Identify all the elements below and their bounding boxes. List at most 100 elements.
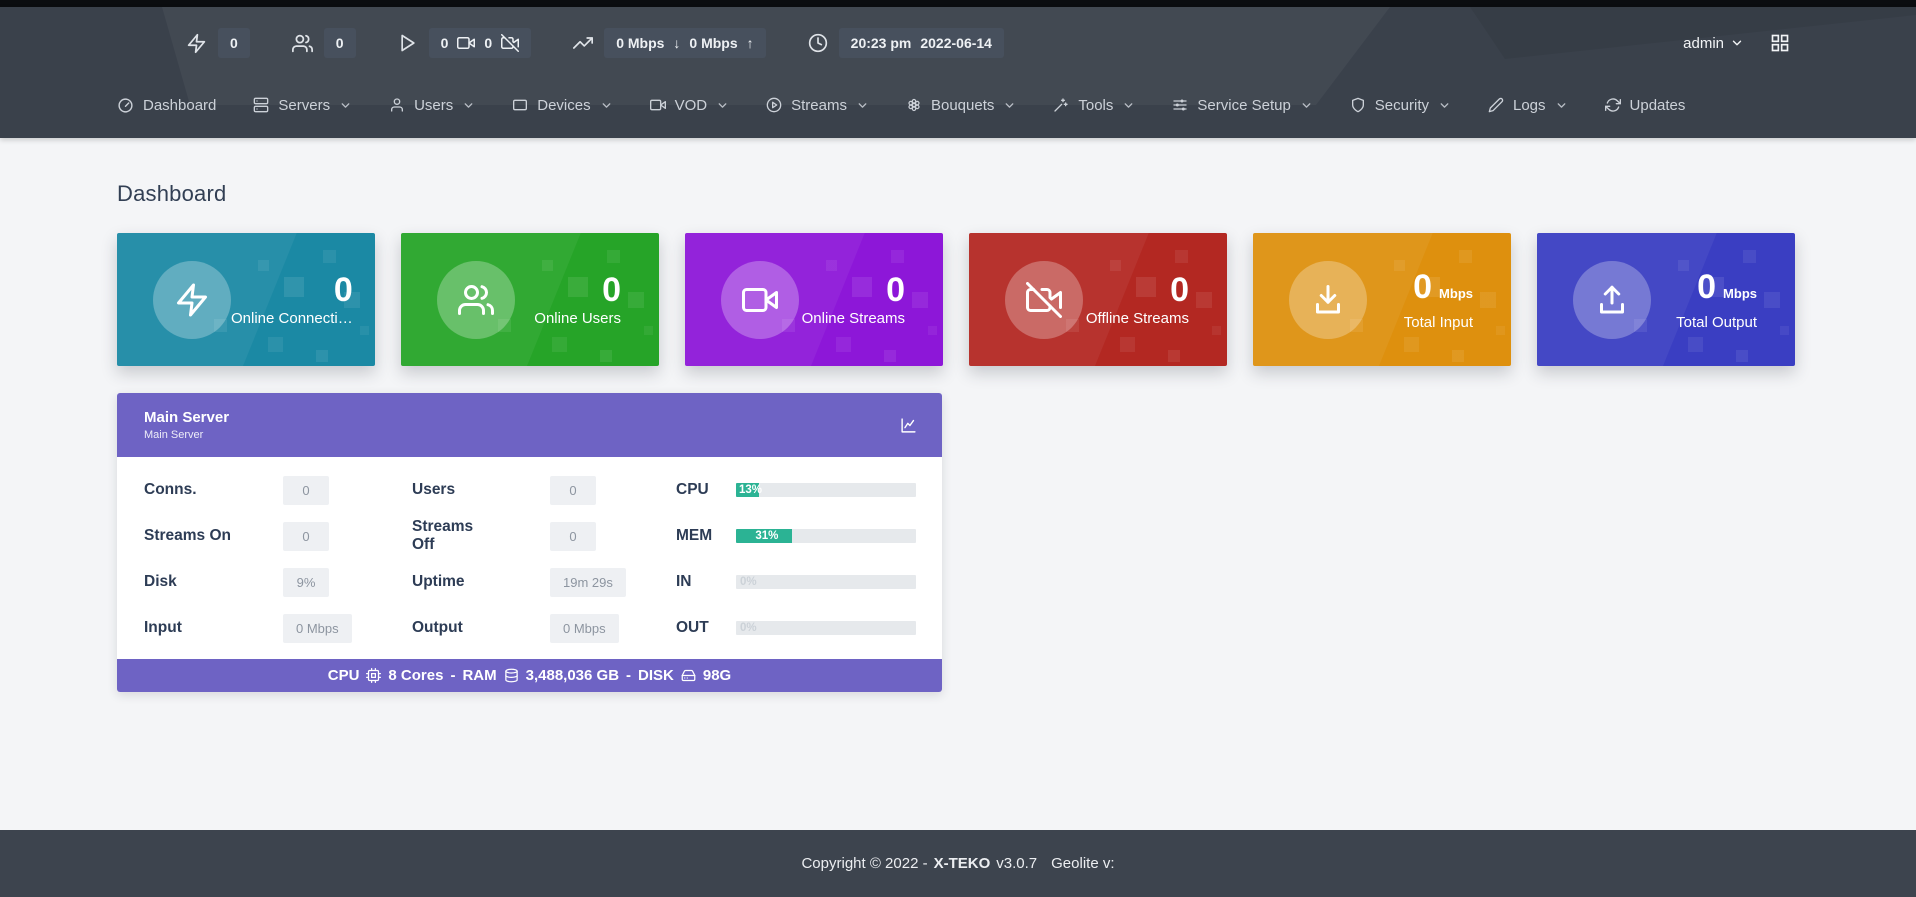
nav-item-servers[interactable]: Servers <box>253 97 352 114</box>
field-label: Conns. <box>144 481 283 499</box>
play-icon <box>398 33 418 53</box>
geolite-text: Geolite v: <box>1051 855 1114 872</box>
main-navigation: Dashboard Servers Users Devices VOD <box>0 79 1916 131</box>
card-label: Online Connecti… <box>231 310 353 327</box>
connections-count-badge: 0 <box>218 28 250 58</box>
card-total-input: 0Mbps Total Input <box>1253 233 1511 366</box>
card-value: 0 <box>334 272 353 308</box>
brand-name: X-TEKO <box>934 855 991 872</box>
video-icon <box>650 97 666 113</box>
nav-item-dashboard[interactable]: Dashboard <box>117 97 216 114</box>
card-label: Offline Streams <box>1086 310 1189 327</box>
chevron-down-icon <box>462 99 475 112</box>
card-value: 0 <box>1170 272 1189 308</box>
nav-item-users[interactable]: Users <box>389 97 475 114</box>
nav-item-logs[interactable]: Logs <box>1488 97 1568 114</box>
copyright-text: Copyright © 2022 - <box>801 855 927 872</box>
nav-item-devices[interactable]: Devices <box>512 97 612 114</box>
server-row: Input 0 Mbps Output 0 Mbps OUT 0% <box>144 605 916 651</box>
card-value: 0 <box>602 272 621 308</box>
cpu-value: 8 Cores <box>388 667 443 684</box>
cpu-meter: 13% <box>736 483 916 497</box>
top-strip <box>0 0 1916 7</box>
chevron-down-icon <box>1438 99 1451 112</box>
ram-label: RAM <box>462 667 496 684</box>
version-text: v3.0.7 <box>996 855 1037 872</box>
card-unit: Mbps <box>1723 276 1757 312</box>
server-panel-header: Main Server Main Server <box>117 393 942 457</box>
card-total-output: 0Mbps Total Output <box>1537 233 1795 366</box>
trending-up-icon <box>573 33 593 53</box>
card-icon-circle <box>153 261 231 339</box>
streams-count-badge: 0 0 <box>429 28 532 58</box>
zap-icon <box>186 33 207 54</box>
card-icon-circle <box>1289 261 1367 339</box>
card-value: 0 <box>1413 269 1432 305</box>
users-stat: 0 <box>292 28 356 58</box>
nav-item-bouquets[interactable]: Bouquets <box>906 97 1016 114</box>
card-offline-streams: 0 Offline Streams <box>969 233 1227 366</box>
nav-item-tools[interactable]: Tools <box>1053 97 1135 114</box>
chevron-down-icon <box>1122 99 1135 112</box>
device-icon <box>512 97 528 113</box>
field-label: Uptime <box>412 573 498 591</box>
screen: 0 0 0 0 0 Mbps↓ 0 Mbps↑ <box>0 0 1916 897</box>
users-count-badge: 0 <box>324 28 356 58</box>
server-row: Disk 9% Uptime 19m 29s IN 0% <box>144 559 916 605</box>
admin-user-menu[interactable]: admin <box>1683 35 1744 52</box>
ram-value: 3,488,036 GB <box>526 667 619 684</box>
field-value: 0 <box>283 476 329 505</box>
hdd-icon <box>681 668 696 683</box>
video-off-icon <box>501 34 519 52</box>
card-value: 0 <box>1697 269 1716 305</box>
card-online-users: 0 Online Users <box>401 233 659 366</box>
page-title: Dashboard <box>117 181 1795 207</box>
card-online-connections: 0 Online Connecti… <box>117 233 375 366</box>
wand-icon <box>1053 97 1069 113</box>
refresh-icon <box>1605 97 1621 113</box>
separator: - <box>626 667 631 684</box>
page-footer: Copyright © 2022 - X-TEKO v3.0.7 Geolite… <box>0 830 1916 897</box>
download-icon <box>1310 282 1346 318</box>
up-arrow-icon: ↑ <box>747 35 754 51</box>
nav-item-service-setup[interactable]: Service Setup <box>1172 97 1312 114</box>
nav-item-security[interactable]: Security <box>1350 97 1451 114</box>
separator: - <box>450 667 455 684</box>
card-icon-circle <box>1005 261 1083 339</box>
nav-item-updates[interactable]: Updates <box>1605 97 1686 114</box>
admin-username: admin <box>1683 35 1724 52</box>
cpu-icon <box>366 668 381 683</box>
nav-item-vod[interactable]: VOD <box>650 97 730 114</box>
main-content: Dashboard 0 Online Connecti… 0 Online Us… <box>0 138 1916 830</box>
card-label: Total Output <box>1676 314 1757 331</box>
cpu-label: CPU <box>328 667 360 684</box>
disk-label: DISK <box>638 667 674 684</box>
card-label: Total Input <box>1404 314 1473 331</box>
grid-icon <box>1770 33 1790 53</box>
meter-label: MEM <box>676 527 736 545</box>
meter-label: OUT <box>676 619 736 637</box>
server-subtitle: Main Server <box>144 429 229 441</box>
zap-icon <box>174 282 210 318</box>
field-label: Output <box>412 619 498 637</box>
field-value: 0 <box>283 522 329 551</box>
apps-grid-button[interactable] <box>1770 33 1790 53</box>
field-label: Streams On <box>144 527 283 545</box>
chevron-down-icon <box>339 99 352 112</box>
video-icon <box>457 34 475 52</box>
server-icon <box>253 97 269 113</box>
chevron-down-icon <box>716 99 729 112</box>
date-value: 2022-06-14 <box>920 35 992 51</box>
stat-cards-row: 0 Online Connecti… 0 Online Users 0 Onli… <box>117 233 1795 366</box>
server-panel-body: Conns. 0 Users 0 CPU 13% Streams On 0 St… <box>117 457 942 659</box>
field-label: Disk <box>144 573 283 591</box>
meter-label: IN <box>676 573 736 591</box>
nav-item-streams[interactable]: Streams <box>766 97 869 114</box>
card-icon-circle <box>1573 261 1651 339</box>
status-toolbar: 0 0 0 0 0 Mbps↓ 0 Mbps↑ <box>0 7 1916 79</box>
chart-line-icon <box>900 417 917 434</box>
chevron-down-icon <box>1300 99 1313 112</box>
field-value: 0 Mbps <box>283 614 352 643</box>
server-stats-button[interactable] <box>900 417 917 434</box>
flower-icon <box>906 97 922 113</box>
